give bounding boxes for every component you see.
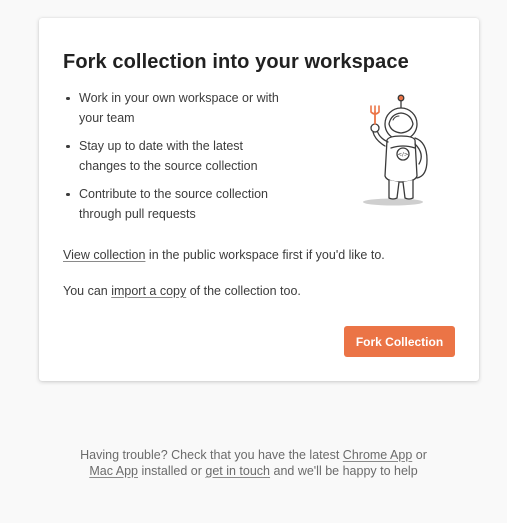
help-footer: Having trouble? Check that you have the … — [0, 447, 507, 479]
footer-text: and we'll be happy to help — [270, 464, 418, 478]
feature-item: Contribute to the source collection thro… — [63, 184, 293, 224]
view-collection-text: in the public workspace first if you'd l… — [145, 248, 385, 262]
chrome-app-link[interactable]: Chrome App — [343, 448, 412, 462]
mac-app-link[interactable]: Mac App — [89, 464, 138, 478]
footer-text: or — [412, 448, 427, 462]
help-footer-line-2: Mac App installed or get in touch and we… — [0, 463, 507, 479]
footer-text: installed or — [137, 464, 206, 478]
astronaut-with-fork-icon: </> — [341, 94, 433, 212]
feature-list: Work in your own workspace or with your … — [63, 88, 293, 232]
view-collection-line: View collection in the public workspace … — [63, 247, 385, 263]
import-copy-link[interactable]: import a copy — [111, 284, 186, 298]
get-in-touch-link[interactable]: get in touch — [205, 464, 270, 478]
footer-text: Having trouble? Check that you have the … — [80, 448, 343, 462]
import-suffix-text: of the collection too. — [186, 284, 301, 298]
feature-item: Stay up to date with the latest changes … — [63, 136, 293, 176]
feature-item: Work in your own workspace or with your … — [63, 88, 293, 128]
import-copy-line: You can import a copy of the collection … — [63, 283, 301, 299]
fork-dialog: Fork collection into your workspace Work… — [39, 18, 479, 381]
import-prefix-text: You can — [63, 284, 112, 298]
view-collection-link[interactable]: View collection — [63, 248, 145, 262]
svg-text:</>: </> — [397, 152, 408, 158]
help-footer-line-1: Having trouble? Check that you have the … — [0, 447, 507, 463]
dialog-title: Fork collection into your workspace — [63, 51, 409, 73]
fork-collection-button[interactable]: Fork Collection — [344, 326, 455, 357]
